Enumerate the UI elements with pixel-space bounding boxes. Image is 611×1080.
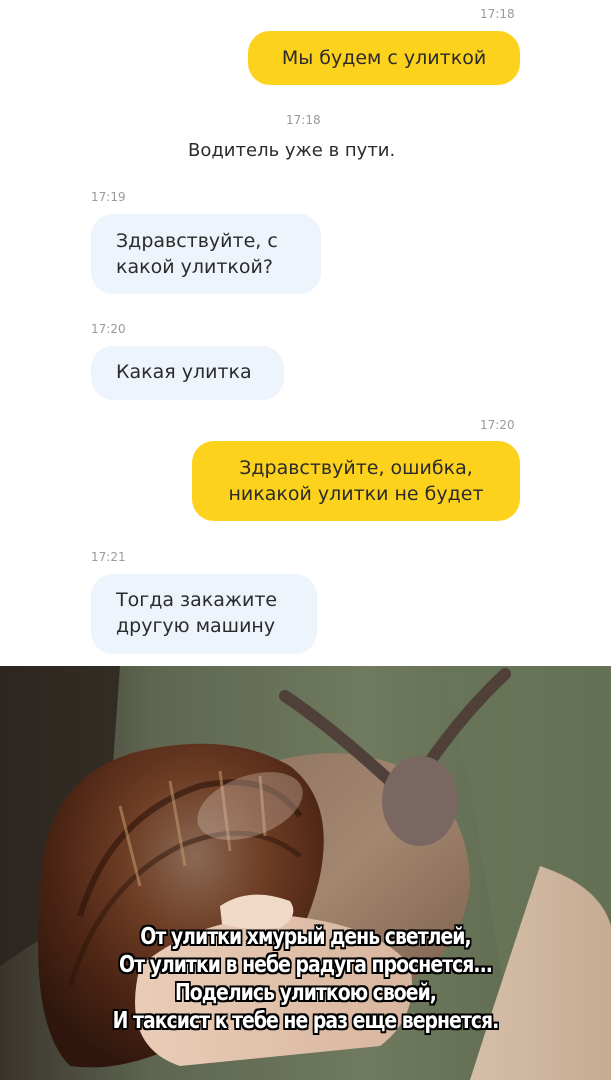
incoming-message-bubble: Здравствуйте, с какой улиткой? (91, 214, 321, 294)
outgoing-message-bubble: Мы будем с улиткой (248, 31, 520, 85)
outgoing-message-bubble: Здравствуйте, ошибка, никакой улитки не … (192, 441, 520, 521)
message-text: другую машину (116, 615, 276, 637)
message-time: 17:19 (91, 190, 126, 204)
message-text: какой улиткой? (116, 256, 273, 278)
message-time: 17:20 (480, 418, 515, 432)
snail-photo: От улитки хмурый день светлей, От улитки… (0, 666, 611, 1080)
message-time: 17:21 (91, 550, 126, 564)
incoming-message-bubble: Какая улитка (91, 346, 284, 400)
message-time: 17:20 (91, 322, 126, 336)
message-text: Какая улитка (116, 361, 252, 383)
chat-screenshot: 17:18 Мы будем с улиткой 17:18 Водитель … (0, 0, 611, 666)
meme-caption-line: От улитки хмурый день светлей, (140, 924, 471, 950)
incoming-message-bubble: Тогда закажите другую машину (91, 574, 317, 654)
message-time: 17:18 (286, 113, 321, 127)
message-text: Здравствуйте, с (116, 230, 278, 252)
message-time: 17:18 (480, 7, 515, 21)
meme-caption-line: И таксист к тебе не раз еще вернется. (112, 1008, 500, 1034)
system-message: Водитель уже в пути. (188, 140, 396, 161)
meme-caption-line: Поделись улиткою своей, (175, 980, 437, 1006)
message-text: никакой улитки не будет (228, 483, 484, 505)
message-text: Тогда закажите (116, 589, 278, 611)
message-text: Мы будем с улиткой (281, 47, 487, 69)
message-text: Здравствуйте, ошибка, (239, 457, 473, 479)
meme-caption-line: От улитки в небе радуга проснется... (119, 952, 493, 978)
